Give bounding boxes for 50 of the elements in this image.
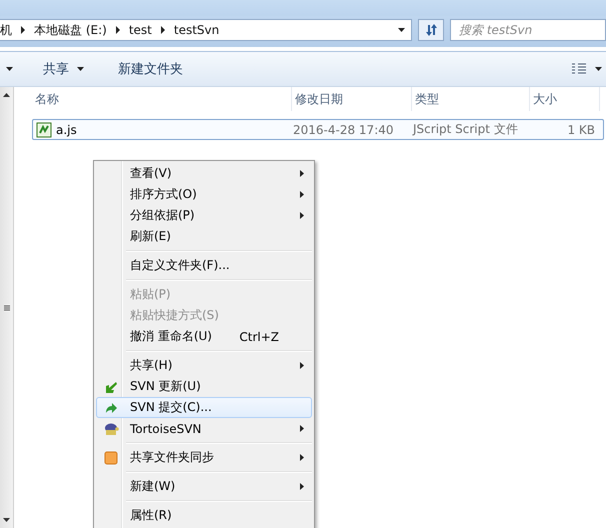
- caret-icon: [398, 28, 406, 32]
- arrow-up-right-icon: [104, 400, 118, 414]
- breadcrumb-item[interactable]: 本地磁盘 (E:): [34, 22, 107, 38]
- column-header[interactable]: 大小: [530, 87, 600, 111]
- toolbar-button[interactable]: 新建文件夹: [114, 58, 187, 80]
- breadcrumb-item[interactable]: testSvn: [174, 23, 220, 37]
- chevron-right-icon: [300, 362, 304, 369]
- menu-item[interactable]: 新建(W): [96, 476, 312, 497]
- breadcrumb-item[interactable]: test: [128, 23, 152, 37]
- chevron-right-icon: [300, 191, 304, 198]
- scrollbar[interactable]: [0, 87, 14, 528]
- refresh-icon: [424, 24, 438, 36]
- menu-item[interactable]: 自定义文件夹(F)...: [96, 255, 312, 276]
- chevron-right-icon: [300, 425, 304, 432]
- view-list-icon[interactable]: [571, 63, 587, 75]
- grip-icon: [4, 304, 10, 310]
- refresh-button[interactable]: [418, 19, 444, 41]
- script-file-icon: [36, 122, 52, 138]
- menu-item[interactable]: 排序方式(O): [96, 184, 312, 205]
- search-field[interactable]: 搜索 testSvn: [450, 19, 606, 41]
- menu-item[interactable]: 共享(H): [96, 355, 312, 376]
- chevron-right-icon: [300, 170, 304, 177]
- toolbar-button[interactable]: 共享: [39, 58, 88, 80]
- column-header[interactable]: 修改日期: [292, 87, 412, 111]
- column-header[interactable]: 名称: [32, 87, 292, 111]
- modified-date: 2016-4-28 17:40: [293, 122, 394, 136]
- menu-item[interactable]: 属性(R): [96, 505, 312, 526]
- menu-item[interactable]: 刷新(E): [96, 226, 312, 247]
- chevron-right-icon: [300, 454, 304, 461]
- chevron-right-icon: [300, 212, 304, 219]
- file-size: 1 KB: [566, 122, 595, 136]
- caret-icon: [6, 67, 13, 71]
- menu-item[interactable]: SVN 提交(C)...: [96, 397, 312, 418]
- menu-item[interactable]: 分组依据(P): [96, 205, 312, 226]
- file-name: a.js: [56, 122, 77, 136]
- column-header[interactable]: 类型: [412, 87, 530, 111]
- file-row[interactable]: a.js 2016-4-28 17:40 JScript Script 文件 1 KB: [32, 119, 604, 140]
- breadcrumb-item[interactable]: 机: [0, 22, 12, 38]
- up-arrow-icon: [3, 93, 10, 97]
- menu-item[interactable]: 撤消 重命名(U) Ctrl+Z: [96, 326, 312, 347]
- caret-icon: [595, 67, 602, 71]
- chevron-right-icon: [300, 483, 304, 490]
- menu-item[interactable]: TortoiseSVN: [96, 418, 312, 439]
- arrow-down-left-icon: [104, 380, 118, 394]
- caret-icon: [77, 67, 84, 71]
- file-type: JScript Script 文件: [413, 121, 519, 138]
- down-arrow-icon: [3, 518, 10, 522]
- menu-item[interactable]: SVN 更新(U): [96, 376, 312, 397]
- menu-item[interactable]: 查看(V): [96, 163, 312, 184]
- menu-item[interactable]: 共享文件夹同步: [96, 447, 312, 468]
